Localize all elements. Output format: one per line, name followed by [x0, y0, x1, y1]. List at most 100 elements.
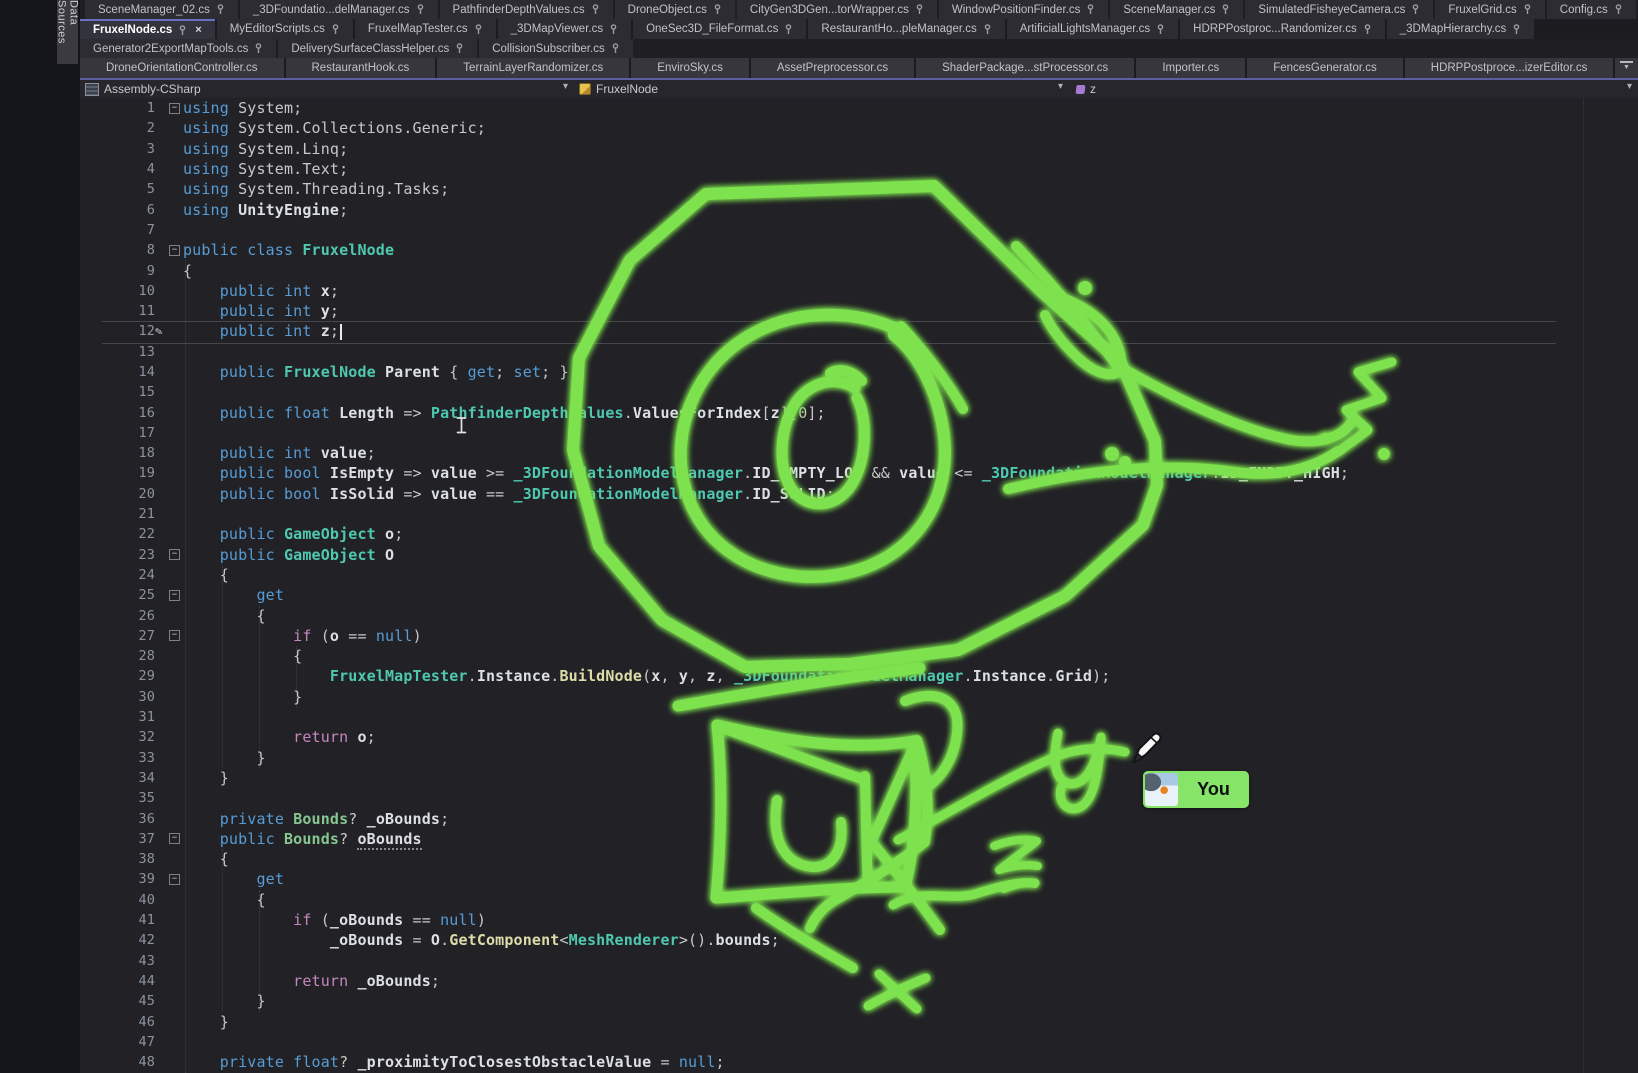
chevron-down-icon[interactable]: ▾ [563, 81, 568, 92]
line-number[interactable]: 30 [80, 689, 155, 705]
line-number[interactable]: 29 [80, 668, 155, 684]
line-number[interactable]: 9 [80, 263, 155, 279]
editor-tab[interactable]: ShaderPackage...stProcessor.cs [916, 58, 1134, 78]
line-number[interactable]: 40 [80, 892, 155, 908]
editor-tab[interactable]: RestaurantHo...pleManager.cs [808, 19, 1004, 39]
code-line-1[interactable]: 1−using System; [80, 98, 1638, 118]
code-line-2[interactable]: 2using System.Collections.Generic; [80, 118, 1638, 138]
code-line-8[interactable]: 8−public class FruxelNode [80, 240, 1638, 260]
project-dropdown[interactable]: Assembly-CSharp [85, 80, 201, 98]
line-number[interactable]: 44 [80, 973, 155, 989]
fold-marker-icon[interactable]: − [169, 590, 180, 601]
fold-marker-icon[interactable]: − [169, 630, 180, 641]
line-number[interactable]: 12 [80, 323, 155, 339]
line-number[interactable]: 7 [80, 222, 155, 238]
pin-icon[interactable] [983, 24, 992, 35]
pin-icon[interactable] [178, 25, 187, 36]
editor-tab[interactable]: AssetPreprocessor.cs [751, 58, 914, 78]
editor-tab[interactable]: Importer.cs [1136, 58, 1245, 78]
line-number[interactable]: 33 [80, 750, 155, 766]
tab-overflow-icon[interactable]: ▼ [1620, 61, 1633, 71]
code-line-3[interactable]: 3using System.Linq; [80, 139, 1638, 159]
editor-tab[interactable]: HDRPPostproce...izerEditor.cs [1405, 58, 1614, 78]
line-number[interactable]: 23 [80, 547, 155, 563]
code-line-24[interactable]: 24 { [80, 565, 1638, 585]
line-number[interactable]: 37 [80, 831, 155, 847]
line-number[interactable]: 4 [80, 161, 155, 177]
line-number[interactable]: 45 [80, 993, 155, 1009]
fold-marker-icon[interactable]: − [169, 874, 180, 885]
editor-tab[interactable]: FencesGenerator.cs [1247, 58, 1403, 78]
code-line-23[interactable]: 23− public GameObject O [80, 545, 1638, 565]
code-editor[interactable]: 1−using System;2using System.Collections… [80, 98, 1638, 1073]
line-number[interactable]: 14 [80, 364, 155, 380]
editor-tab[interactable]: _3DMapHierarchy.cs [1387, 19, 1535, 39]
line-number[interactable]: 17 [80, 425, 155, 441]
code-line-16[interactable]: 16 public float Length => PathfinderDept… [80, 402, 1638, 422]
editor-tab[interactable]: WindowPositionFinder.cs [939, 0, 1108, 19]
code-line-17[interactable]: 17 [80, 423, 1638, 443]
code-line-40[interactable]: 40 { [80, 890, 1638, 910]
line-number[interactable]: 27 [80, 628, 155, 644]
pin-icon[interactable] [1363, 24, 1372, 35]
line-number[interactable]: 16 [80, 405, 155, 421]
type-dropdown[interactable]: FruxelNode [579, 80, 658, 98]
line-number[interactable]: 43 [80, 953, 155, 969]
code-line-19[interactable]: 19 public bool IsEmpty => value >= _3DFo… [80, 463, 1638, 483]
close-tab-icon[interactable]: × [195, 24, 201, 36]
pin-icon[interactable] [1086, 4, 1095, 15]
editor-tab[interactable]: Config.cs [1547, 0, 1636, 19]
pin-icon[interactable] [1614, 4, 1623, 15]
editor-tab[interactable]: DeliverySurfaceClassHelper.cs [278, 39, 477, 58]
line-number[interactable]: 34 [80, 770, 155, 786]
code-line-25[interactable]: 25− get [80, 585, 1638, 605]
pin-icon[interactable] [591, 4, 600, 15]
line-number[interactable]: 10 [80, 283, 155, 299]
code-line-31[interactable]: 31 [80, 707, 1638, 727]
line-number[interactable]: 8 [80, 242, 155, 258]
code-line-7[interactable]: 7 [80, 220, 1638, 240]
code-line-38[interactable]: 38 { [80, 849, 1638, 869]
pin-icon[interactable] [1411, 4, 1420, 15]
code-line-26[interactable]: 26 { [80, 605, 1638, 625]
editor-tab[interactable]: EnviroSky.cs [631, 58, 749, 78]
editor-tab[interactable]: _3DMapViewer.cs [498, 19, 631, 39]
code-line-43[interactable]: 43 [80, 950, 1638, 970]
line-number[interactable]: 1 [80, 100, 155, 116]
code-line-20[interactable]: 20 public bool IsSolid => value == _3DFo… [80, 484, 1638, 504]
code-line-33[interactable]: 33 } [80, 748, 1638, 768]
line-number[interactable]: 48 [80, 1054, 155, 1070]
line-number[interactable]: 25 [80, 587, 155, 603]
fold-marker-icon[interactable]: − [169, 833, 180, 844]
editor-tab[interactable]: SimulatedFisheyeCamera.cs [1245, 0, 1433, 19]
line-number[interactable]: 24 [80, 567, 155, 583]
code-line-32[interactable]: 32 return o; [80, 727, 1638, 747]
line-number[interactable]: 6 [80, 202, 155, 218]
fold-marker-icon[interactable]: − [169, 103, 180, 114]
pin-icon[interactable] [1523, 4, 1532, 15]
code-line-35[interactable]: 35 [80, 788, 1638, 808]
code-line-41[interactable]: 41 if (_oBounds == null) [80, 910, 1638, 930]
code-line-29[interactable]: 29 FruxelMapTester.Instance.BuildNode(x,… [80, 666, 1638, 686]
pin-icon[interactable] [915, 4, 924, 15]
line-number[interactable]: 18 [80, 445, 155, 461]
line-number[interactable]: 35 [80, 790, 155, 806]
code-line-44[interactable]: 44 return _oBounds; [80, 971, 1638, 991]
line-number[interactable]: 20 [80, 486, 155, 502]
pin-icon[interactable] [331, 24, 340, 35]
chevron-down-icon[interactable]: ▾ [1627, 81, 1632, 92]
line-number[interactable]: 26 [80, 608, 155, 624]
line-number[interactable]: 41 [80, 912, 155, 928]
editor-tab[interactable]: DroneObject.cs [615, 0, 735, 19]
pin-icon[interactable] [416, 4, 425, 15]
code-line-5[interactable]: 5using System.Threading.Tasks; [80, 179, 1638, 199]
code-line-39[interactable]: 39− get [80, 869, 1638, 889]
line-number[interactable]: 47 [80, 1034, 155, 1050]
editor-tab[interactable]: SceneManager.cs [1110, 0, 1243, 19]
line-number[interactable]: 39 [80, 871, 155, 887]
fold-marker-icon[interactable]: − [169, 245, 180, 256]
code-line-21[interactable]: 21 [80, 504, 1638, 524]
code-line-45[interactable]: 45 } [80, 991, 1638, 1011]
pin-icon[interactable] [1156, 24, 1165, 35]
editor-tab[interactable]: FruxelGrid.cs [1435, 0, 1544, 19]
